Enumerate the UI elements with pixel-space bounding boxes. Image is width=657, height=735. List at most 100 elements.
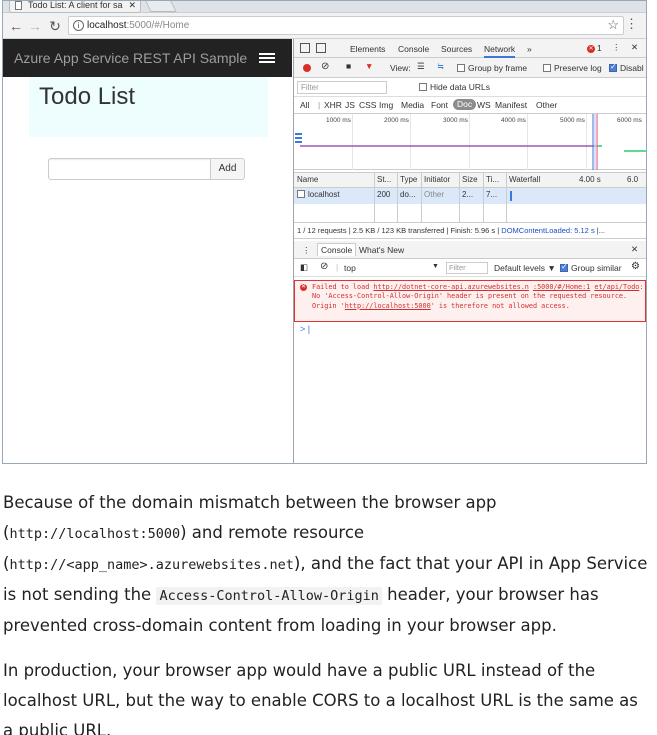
large-rows-icon[interactable]: ☰ xyxy=(417,61,425,72)
drawer-menu-icon[interactable]: ⋮ xyxy=(302,245,311,256)
error-link[interactable]: http://dotnet-core-api.azurewebsites.n xyxy=(373,283,529,291)
inspect-element-icon[interactable] xyxy=(300,43,310,53)
console-prompt[interactable]: > | xyxy=(300,324,310,334)
drawer-tab-whats-new[interactable]: What's New xyxy=(359,245,404,255)
console-filter-input[interactable]: Filter xyxy=(446,262,488,274)
context-dropdown-icon[interactable]: ▼ xyxy=(432,263,439,270)
back-arrow-icon[interactable]: ← xyxy=(9,18,23,34)
network-overview[interactable]: 1000 ms 2000 ms 3000 ms 4000 ms 5000 ms … xyxy=(294,114,646,170)
tab-network[interactable]: Network xyxy=(484,44,516,58)
preserve-log-checkbox[interactable]: Preserve log xyxy=(543,63,602,73)
console-settings-gear-icon[interactable]: ⚙ xyxy=(631,261,640,272)
close-drawer-icon[interactable]: ✕ xyxy=(631,244,638,255)
tab-console[interactable]: Console xyxy=(398,44,429,54)
record-icon[interactable] xyxy=(303,64,311,72)
clear-console-icon[interactable]: ⊘ xyxy=(320,261,328,272)
tab-sources[interactable]: Sources xyxy=(441,44,472,54)
capture-screenshots-icon[interactable]: ■ xyxy=(346,61,351,71)
device-toolbar-icon[interactable] xyxy=(316,43,326,53)
type-font[interactable]: Font xyxy=(431,100,448,110)
table-row[interactable]: localhost 200 do... Other 2... 7... xyxy=(294,188,646,204)
tab-strip: Todo List: A client for sa ✕ xyxy=(3,1,646,13)
inline-code: http://<app_name>.azurewebsites.net xyxy=(9,557,294,573)
more-tabs-icon[interactable]: » xyxy=(527,44,532,54)
hamburger-menu-icon[interactable] xyxy=(259,53,275,63)
forward-arrow-icon[interactable]: → xyxy=(28,18,42,34)
console-error-message[interactable]: ✕ Failed to load http://dotnet-core-api.… xyxy=(294,280,646,322)
group-by-frame-checkbox[interactable]: Group by frame xyxy=(457,63,527,73)
context-selector[interactable]: top xyxy=(344,263,356,273)
browser-tab[interactable]: Todo List: A client for sa ✕ xyxy=(9,1,141,13)
checkbox[interactable] xyxy=(543,64,551,72)
error-link[interactable]: http://localhost:5000 xyxy=(345,302,431,310)
drawer-tabbar: ⋮ Console What's New ✕ xyxy=(294,241,646,259)
type-js[interactable]: JS xyxy=(345,100,355,110)
devtools-menu-icon[interactable]: ⋮ xyxy=(612,42,621,53)
document-icon xyxy=(297,190,305,198)
log-levels-dropdown[interactable]: Default levels ▼ xyxy=(494,263,556,273)
col-status[interactable]: St... xyxy=(377,175,391,184)
checkbox[interactable] xyxy=(457,64,465,72)
col-time[interactable]: Ti... xyxy=(486,175,499,184)
close-devtools-icon[interactable]: ✕ xyxy=(631,42,638,53)
type-media[interactable]: Media xyxy=(401,100,424,110)
todo-input[interactable] xyxy=(48,158,211,180)
type-ws[interactable]: WS xyxy=(477,100,491,110)
col-name[interactable]: Name xyxy=(297,175,318,184)
error-text-part: Failed to load xyxy=(312,283,374,291)
waterfall-bar xyxy=(510,191,512,201)
error-source-link[interactable]: :5000/#/Home:1 xyxy=(533,283,590,291)
network-filter-row: Filter Hide data URLs xyxy=(294,78,646,97)
checkbox[interactable] xyxy=(560,262,568,272)
navbar-brand[interactable]: Azure App Service REST API Sample xyxy=(14,50,247,66)
type-css[interactable]: CSS xyxy=(359,100,376,110)
timeline-chart xyxy=(295,114,646,170)
clear-icon[interactable]: ⊘ xyxy=(321,61,329,72)
console-toolbar: ◧ ⊘ | top ▼ Filter Default levels ▼ Grou… xyxy=(294,259,646,277)
overview-icon[interactable]: ≒ xyxy=(437,61,444,72)
col-size[interactable]: Size xyxy=(462,175,478,184)
new-tab-button[interactable] xyxy=(145,1,177,12)
close-tab-icon[interactable]: ✕ xyxy=(128,1,136,11)
web-page: Azure App Service REST API Sample Todo L… xyxy=(3,39,292,463)
bookmark-star-icon[interactable]: ☆ xyxy=(607,17,619,33)
address-bar[interactable]: i localhost:5000/#/Home xyxy=(68,16,624,35)
console-sidebar-icon[interactable]: ◧ xyxy=(300,262,308,273)
inline-code: Access-Control-Allow-Origin xyxy=(156,587,382,605)
col-initiator[interactable]: Initiator xyxy=(424,175,450,184)
hide-data-urls-checkbox[interactable]: Hide data URLs xyxy=(419,82,490,92)
error-counter[interactable]: ✕ 1 xyxy=(587,43,602,53)
type-other[interactable]: Other xyxy=(536,100,557,110)
paragraph: In production, your browser app would ha… xyxy=(3,661,638,735)
type-img[interactable]: Img xyxy=(379,100,393,110)
type-all[interactable]: All xyxy=(300,100,309,110)
group-similar-checkbox[interactable]: Group similar xyxy=(560,262,622,273)
type-doc[interactable]: Doc xyxy=(453,99,477,110)
timeline-bar xyxy=(295,137,302,139)
disable-cache-checkbox[interactable]: Disabl xyxy=(609,62,644,73)
network-toolbar: ⊘ ■ ▼ View: ☰ ≒ Group by frame Preserve … xyxy=(294,58,646,78)
browser-menu-icon[interactable]: ⋮ xyxy=(625,16,638,32)
error-icon: ✕ xyxy=(587,44,595,53)
navbar: Azure App Service REST API Sample xyxy=(3,39,292,77)
disable-cache-label: Disabl xyxy=(620,63,644,73)
view-label: View: xyxy=(390,63,411,73)
row-name-text: localhost xyxy=(308,190,340,199)
col-type[interactable]: Type xyxy=(400,175,417,184)
info-icon[interactable]: i xyxy=(73,20,84,31)
type-manifest[interactable]: Manifest xyxy=(495,100,527,110)
checkbox[interactable] xyxy=(419,83,427,91)
error-count: 1 xyxy=(597,43,602,53)
type-xhr[interactable]: XHR xyxy=(324,100,342,110)
checkbox[interactable] xyxy=(609,62,617,72)
add-button[interactable]: Add xyxy=(211,158,245,180)
filter-icon[interactable]: ▼ xyxy=(365,61,373,71)
drawer-tab-console[interactable]: Console xyxy=(317,243,357,256)
tab-elements[interactable]: Elements xyxy=(350,44,385,54)
reload-icon[interactable]: ↻ xyxy=(48,18,62,34)
error-link[interactable]: et/api/Todo xyxy=(594,283,639,291)
col-waterfall[interactable]: Waterfall xyxy=(509,175,540,184)
network-filter-input[interactable]: Filter xyxy=(297,81,387,94)
jumbotron: Todo List xyxy=(29,77,268,137)
row-name: localhost xyxy=(297,190,340,199)
